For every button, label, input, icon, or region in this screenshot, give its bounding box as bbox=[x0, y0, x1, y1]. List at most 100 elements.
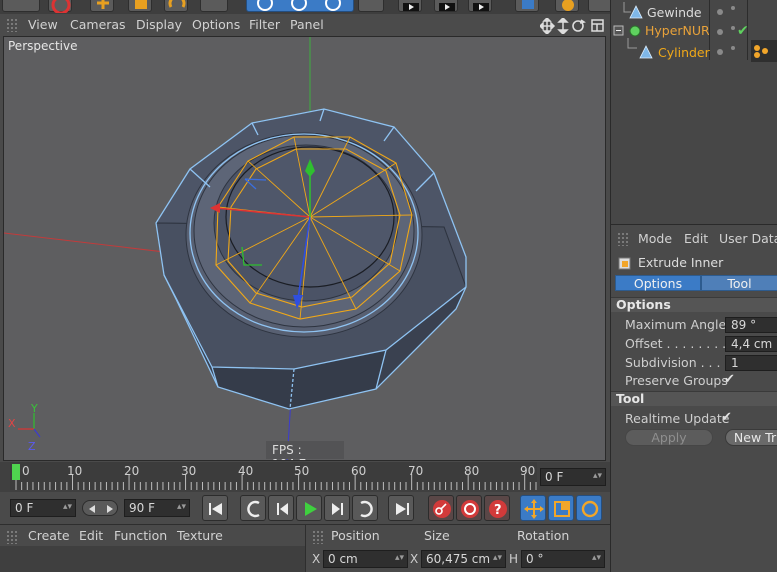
collapse-toggle-icon[interactable] bbox=[613, 25, 625, 37]
toolbar-button[interactable] bbox=[128, 0, 152, 12]
render-settings-button[interactable] bbox=[468, 0, 492, 12]
viewport-nav-icons[interactable] bbox=[540, 18, 606, 34]
subdivision-field[interactable]: 1 bbox=[725, 355, 777, 371]
material-area[interactable] bbox=[0, 546, 305, 572]
polygon-object-icon bbox=[629, 5, 643, 19]
menu-view[interactable]: View bbox=[28, 17, 58, 32]
end-frame-field[interactable]: 90 F ▴▾ bbox=[124, 499, 190, 517]
go-to-start-button[interactable] bbox=[202, 495, 228, 521]
grip-handle[interactable] bbox=[6, 18, 18, 32]
next-key-icon bbox=[360, 500, 373, 518]
toolbar-button[interactable] bbox=[515, 0, 539, 12]
section-options: Options bbox=[611, 297, 777, 312]
rotation-h-value: 0 ° bbox=[526, 552, 544, 566]
go-to-start-icon bbox=[209, 503, 222, 515]
toolbar-button[interactable] bbox=[358, 0, 384, 12]
tick-label: 10 bbox=[67, 464, 83, 478]
menu-create[interactable]: Create bbox=[28, 528, 70, 543]
autokey-button[interactable] bbox=[456, 495, 482, 521]
preserve-groups-label: Preserve Groups bbox=[625, 373, 728, 388]
menu-panel[interactable]: Panel bbox=[290, 17, 324, 32]
go-to-end-icon bbox=[396, 503, 409, 515]
editor-visibility-dot[interactable] bbox=[717, 29, 723, 35]
menu-cameras[interactable]: Cameras bbox=[70, 17, 126, 32]
scale-track-button[interactable] bbox=[548, 495, 574, 521]
menu-edit[interactable]: Edit bbox=[79, 528, 103, 543]
menu-options[interactable]: Options bbox=[192, 17, 240, 32]
coord-header-rotation: Rotation bbox=[517, 528, 570, 543]
next-frame-icon bbox=[332, 503, 343, 515]
enabled-check-icon[interactable]: ✔ bbox=[737, 23, 749, 39]
range-slider-arrows[interactable] bbox=[82, 500, 118, 516]
previous-frame-button[interactable] bbox=[268, 495, 294, 521]
nut-mesh bbox=[155, 108, 467, 410]
start-frame-field[interactable]: 0 F ▴▾ bbox=[10, 499, 76, 517]
tick-label: 90 bbox=[520, 464, 536, 478]
menu-function[interactable]: Function bbox=[114, 528, 167, 543]
menu-texture[interactable]: Texture bbox=[177, 528, 223, 543]
keyframe-selection-button[interactable]: ? bbox=[484, 495, 510, 521]
stepper-icon[interactable]: ▴▾ bbox=[493, 553, 502, 563]
offset-field[interactable]: 4,4 cm bbox=[725, 336, 777, 352]
coord-x-label: X bbox=[312, 552, 321, 566]
timeline-ruler[interactable] bbox=[10, 462, 537, 490]
tick-label: 70 bbox=[408, 464, 424, 478]
grip-handle[interactable] bbox=[617, 232, 629, 246]
toolbar-button[interactable] bbox=[555, 0, 579, 12]
material-manager: Create Edit Function Texture bbox=[0, 524, 305, 572]
render-visibility-dot[interactable] bbox=[731, 26, 735, 30]
toolbar-button[interactable] bbox=[48, 0, 72, 14]
new-transform-button[interactable]: New Tr bbox=[725, 429, 777, 446]
axis-lock-buttons[interactable] bbox=[246, 0, 354, 12]
tick-label: 20 bbox=[124, 464, 140, 478]
size-x-field[interactable]: 60,475 cm ▴▾ bbox=[421, 550, 506, 568]
next-frame-button[interactable] bbox=[324, 495, 350, 521]
editor-visibility-dot[interactable] bbox=[717, 9, 723, 15]
menu-user-data[interactable]: User Data bbox=[719, 231, 777, 246]
stepper-icon[interactable]: ▴▾ bbox=[592, 553, 601, 563]
render-visibility-dot[interactable] bbox=[731, 6, 735, 10]
go-to-end-button[interactable] bbox=[388, 495, 414, 521]
timeline[interactable]: 0 10 20 30 40 50 60 70 80 90 0 F ▴▾ bbox=[0, 462, 610, 492]
stepper-icon[interactable]: ▴▾ bbox=[177, 502, 186, 512]
toolbar-button[interactable] bbox=[164, 0, 188, 12]
render-button[interactable] bbox=[434, 0, 458, 12]
menu-edit[interactable]: Edit bbox=[684, 231, 708, 246]
render-view-button[interactable] bbox=[398, 0, 422, 12]
menu-mode[interactable]: Mode bbox=[638, 231, 672, 246]
toolbar-button[interactable] bbox=[2, 0, 40, 12]
play-button[interactable] bbox=[296, 495, 322, 521]
render-visibility-dot[interactable] bbox=[731, 46, 735, 50]
perspective-viewport[interactable]: Perspective Y X Z FPS: bbox=[3, 36, 606, 461]
maximum-angle-field[interactable]: 89 ° bbox=[725, 317, 777, 333]
toolbar-button[interactable] bbox=[90, 0, 114, 12]
position-x-field[interactable]: 0 cm ▴▾ bbox=[323, 550, 408, 568]
extrude-inner-icon bbox=[618, 257, 631, 270]
tab-tool[interactable]: Tool bbox=[701, 275, 777, 291]
stepper-icon[interactable]: ▴▾ bbox=[395, 553, 404, 563]
next-key-button[interactable] bbox=[352, 495, 378, 521]
rotation-h-field[interactable]: 0 ° ▴▾ bbox=[521, 550, 605, 568]
tag-icon[interactable] bbox=[751, 40, 777, 62]
grip-handle[interactable] bbox=[312, 530, 324, 544]
tab-options[interactable]: Options bbox=[615, 275, 701, 291]
stepper-icon[interactable]: ▴▾ bbox=[593, 471, 602, 481]
menu-filter[interactable]: Filter bbox=[249, 17, 280, 32]
record-keys-button[interactable] bbox=[428, 495, 454, 521]
previous-frame-icon bbox=[277, 503, 288, 515]
realtime-update-checkbox[interactable]: ✔ bbox=[721, 410, 732, 425]
menu-display[interactable]: Display bbox=[136, 17, 182, 32]
current-frame-field[interactable]: 0 F ▴▾ bbox=[540, 468, 606, 486]
apply-button[interactable]: Apply bbox=[625, 429, 713, 446]
object-name: Cylinder bbox=[658, 45, 710, 60]
stepper-icon[interactable]: ▴▾ bbox=[63, 502, 72, 512]
rotation-track-button[interactable] bbox=[576, 495, 602, 521]
previous-key-button[interactable] bbox=[240, 495, 266, 521]
position-track-button[interactable] bbox=[520, 495, 546, 521]
grip-handle[interactable] bbox=[6, 530, 18, 544]
preserve-groups-checkbox[interactable]: ✔ bbox=[724, 372, 735, 387]
object-row-gewinde[interactable]: Gewinde bbox=[611, 2, 777, 22]
editor-visibility-dot[interactable] bbox=[717, 49, 723, 55]
toolbar-button[interactable] bbox=[588, 0, 610, 12]
toolbar-button[interactable] bbox=[200, 0, 228, 12]
